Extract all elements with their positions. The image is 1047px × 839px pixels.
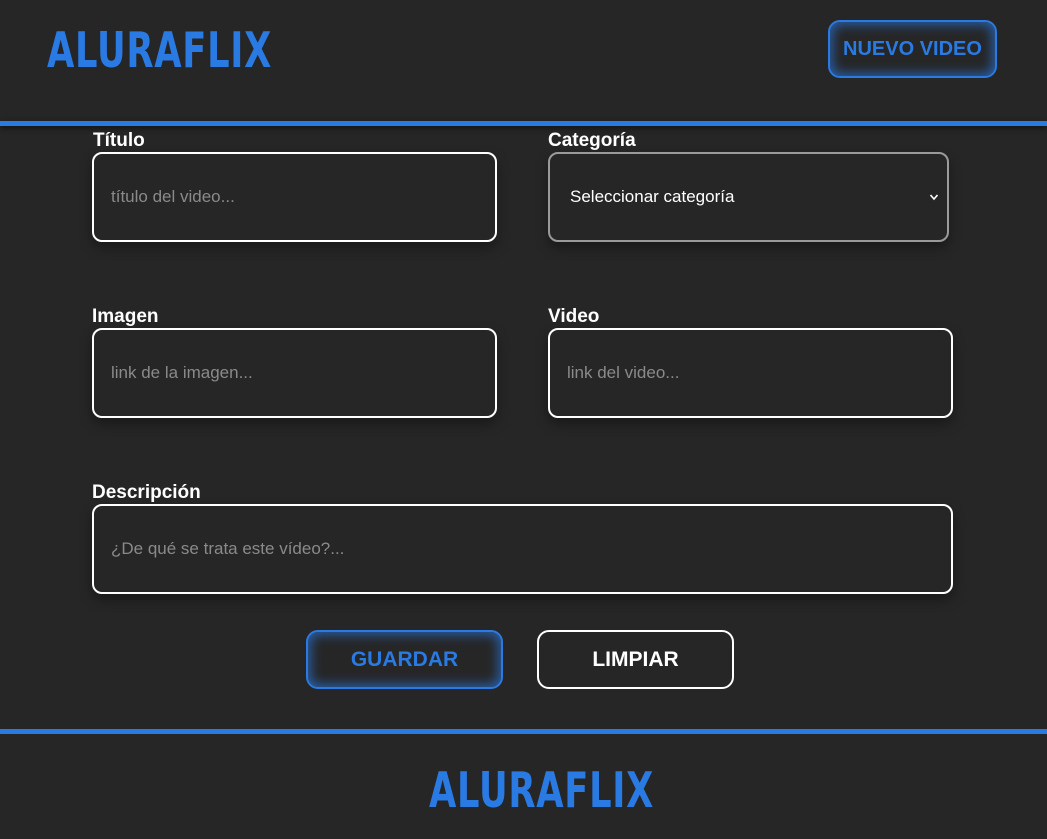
image-label: Imagen xyxy=(92,306,159,327)
video-label: Video xyxy=(548,306,600,327)
image-input[interactable] xyxy=(94,330,495,416)
video-field-box xyxy=(548,328,953,418)
title-input[interactable] xyxy=(94,154,495,240)
title-field-box xyxy=(92,152,497,242)
description-label: Descripción xyxy=(92,482,201,503)
description-field-box xyxy=(92,504,953,594)
clear-button[interactable]: LIMPIAR xyxy=(537,630,734,689)
footer-logo[interactable]: ALURAFLIX xyxy=(429,766,654,815)
video-input[interactable] xyxy=(550,330,951,416)
app-root: ALURAFLIX NUEVO VIDEO Título Categoría S… xyxy=(0,0,1047,839)
chevron-down-icon xyxy=(929,194,939,201)
header-logo[interactable]: ALURAFLIX xyxy=(47,26,272,75)
new-video-button[interactable]: NUEVO VIDEO xyxy=(828,20,997,78)
image-field-box xyxy=(92,328,497,418)
header-divider xyxy=(0,121,1047,126)
save-button[interactable]: GUARDAR xyxy=(306,630,503,689)
description-input[interactable] xyxy=(94,506,951,592)
header: ALURAFLIX NUEVO VIDEO xyxy=(0,0,1047,121)
category-select[interactable]: Seleccionar categoría xyxy=(548,152,949,242)
category-selected-value: Seleccionar categoría xyxy=(570,187,735,206)
title-label: Título xyxy=(93,130,145,151)
category-label: Categoría xyxy=(548,130,636,151)
footer: ALURAFLIX xyxy=(0,734,1047,839)
